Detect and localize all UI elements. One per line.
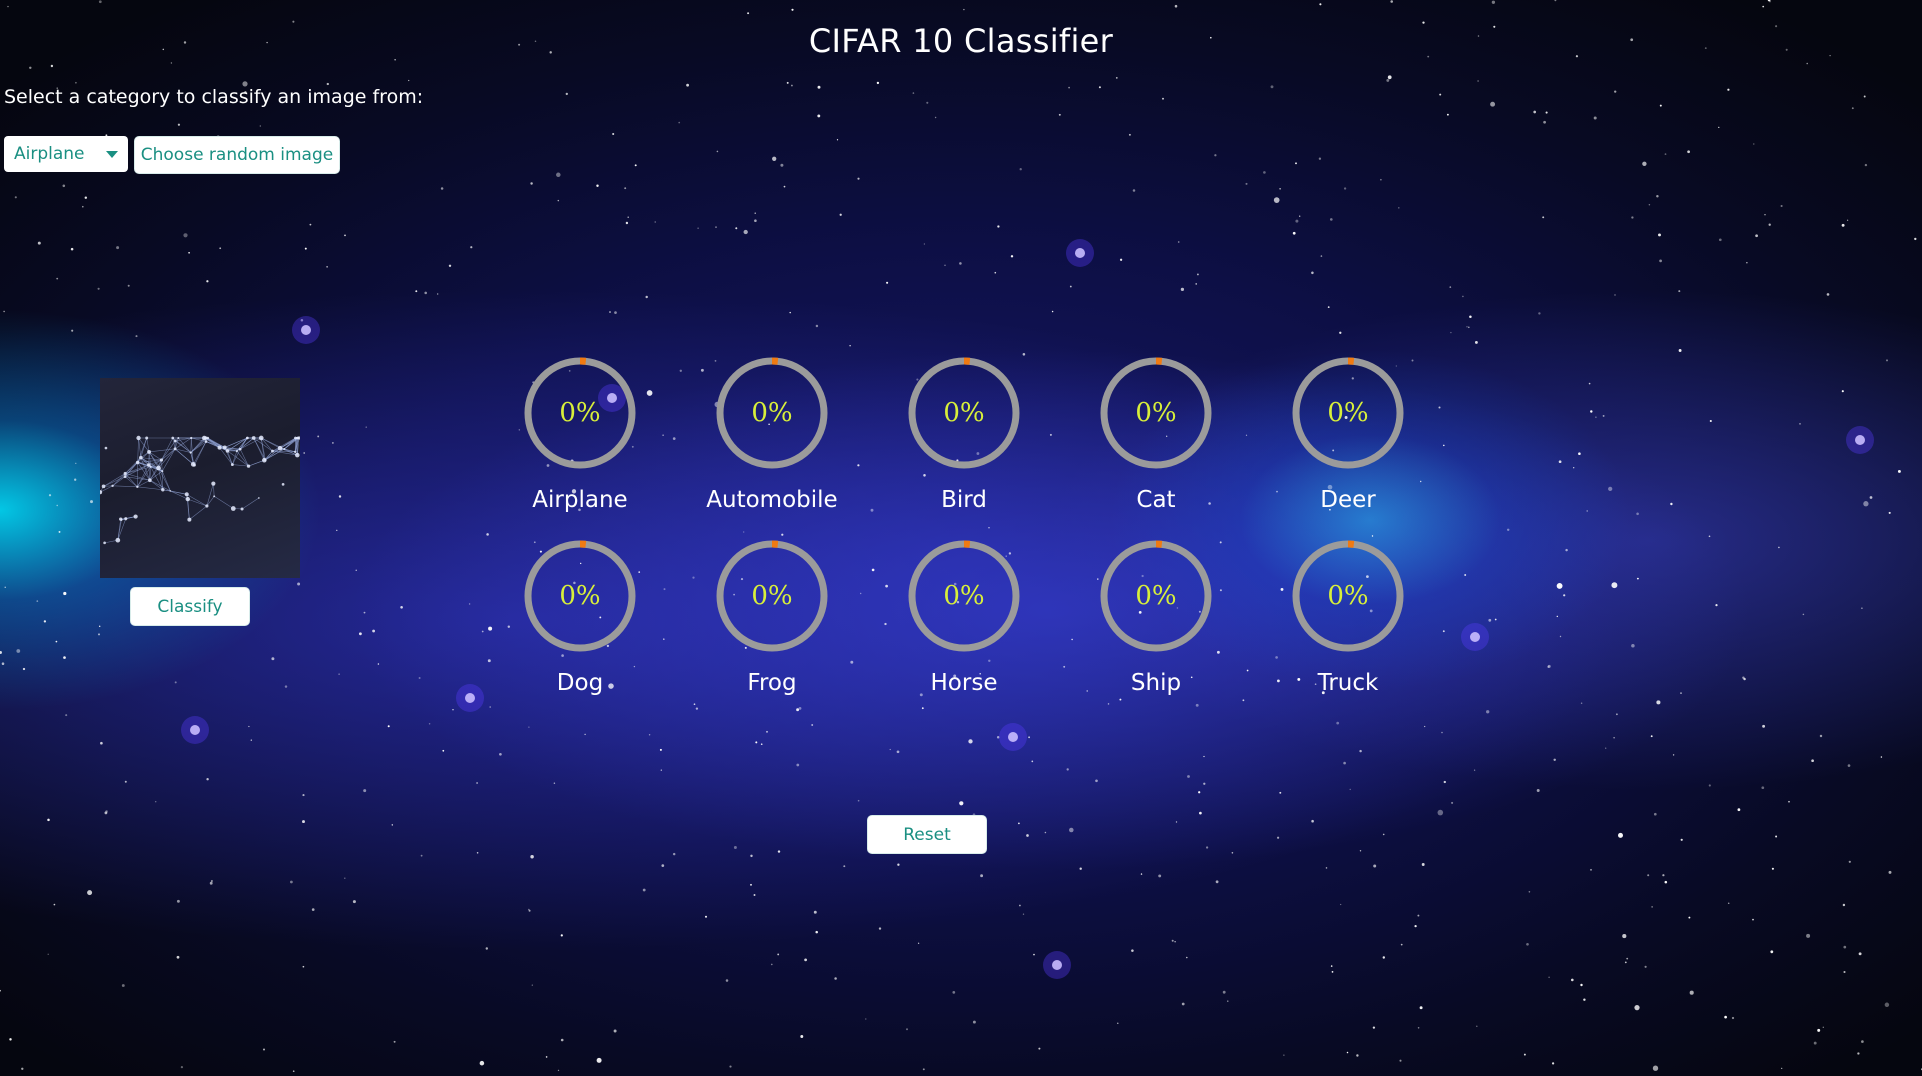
choose-random-image-button[interactable]: Choose random image bbox=[134, 136, 340, 174]
gauge-percent: 0% bbox=[751, 581, 793, 611]
classify-button[interactable]: Classify bbox=[130, 587, 250, 626]
gauge-percent: 0% bbox=[559, 398, 601, 428]
gauge-bird: 0% Bird bbox=[864, 357, 1064, 527]
gauge-percent: 0% bbox=[751, 398, 793, 428]
gauge-label: Cat bbox=[1136, 487, 1176, 513]
gauge-ship: 0% Ship bbox=[1056, 540, 1256, 710]
gauge-cat: 0% Cat bbox=[1056, 357, 1256, 527]
gauge-frog: 0% Frog bbox=[672, 540, 872, 710]
category-select-value: Airplane bbox=[14, 144, 85, 164]
gauge-horse: 0% Horse bbox=[864, 540, 1064, 710]
gauge-label: Automobile bbox=[706, 487, 838, 513]
gauge-automobile: 0% Automobile bbox=[672, 357, 872, 527]
reset-button[interactable]: Reset bbox=[867, 815, 987, 854]
selected-image-preview bbox=[100, 378, 300, 578]
gauge-percent: 0% bbox=[943, 581, 985, 611]
gauge-label: Dog bbox=[556, 670, 604, 696]
gauge-label: Frog bbox=[747, 670, 797, 696]
gauge-dog: 0% Dog bbox=[480, 540, 680, 710]
gauge-label: Horse bbox=[930, 670, 998, 696]
gauge-label: Truck bbox=[1317, 670, 1379, 696]
gauge-airplane: 0% Airplane bbox=[480, 357, 680, 527]
category-instruction: Select a category to classify an image f… bbox=[4, 86, 424, 108]
gauge-label: Deer bbox=[1320, 487, 1376, 513]
gauge-truck: 0% Truck bbox=[1248, 540, 1448, 710]
category-select[interactable]: Airplane bbox=[4, 136, 128, 172]
gauge-label: Airplane bbox=[532, 487, 628, 513]
gauge-deer: 0% Deer bbox=[1248, 357, 1448, 527]
gauge-percent: 0% bbox=[1135, 398, 1177, 428]
gauge-percent: 0% bbox=[1327, 581, 1369, 611]
page-title: CIFAR 10 Classifier bbox=[808, 22, 1114, 60]
gauge-percent: 0% bbox=[559, 581, 601, 611]
chevron-down-icon bbox=[106, 150, 118, 158]
gauge-percent: 0% bbox=[1135, 581, 1177, 611]
gauge-percent: 0% bbox=[943, 398, 985, 428]
gauge-percent: 0% bbox=[1327, 398, 1369, 428]
gauge-label: Ship bbox=[1130, 670, 1182, 696]
gauge-label: Bird bbox=[941, 487, 987, 513]
